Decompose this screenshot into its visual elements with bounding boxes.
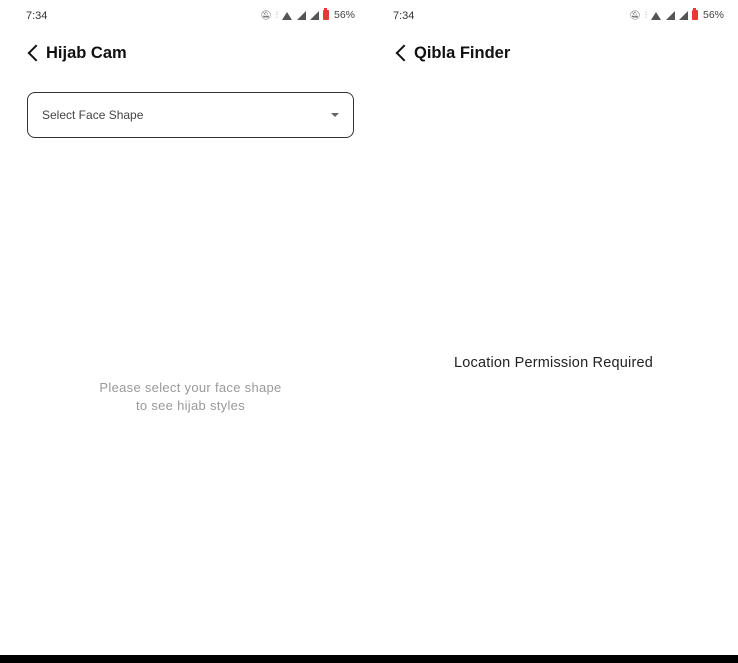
app-bar: Hijab Cam bbox=[26, 40, 349, 66]
status-time: 7:34 bbox=[393, 10, 415, 22]
mute-icon: 🔕︎ bbox=[260, 9, 272, 20]
location-permission-message: Location Permission Required bbox=[453, 355, 654, 371]
wifi-icon bbox=[650, 11, 662, 20]
signal-icon bbox=[309, 10, 319, 20]
empty-state-message: Please select your face shape to see hij… bbox=[0, 379, 369, 415]
status-icons: 🔕︎ ⫶ 56% bbox=[260, 8, 355, 21]
mute-icon: 🔕︎ bbox=[629, 9, 641, 20]
system-nav-bar bbox=[369, 655, 738, 663]
face-shape-select-label: Select Face Shape bbox=[42, 108, 144, 122]
qibla-finder-screen: 7:34 🔕︎ ⫶ 56% Qibla Finder Location Perm… bbox=[369, 0, 738, 663]
battery-icon bbox=[691, 8, 698, 20]
app-bar: Qibla Finder bbox=[394, 40, 718, 66]
chevron-left-icon[interactable] bbox=[26, 43, 40, 63]
page-title: Hijab Cam bbox=[46, 43, 127, 62]
page-title: Qibla Finder bbox=[414, 43, 511, 62]
chevron-down-icon bbox=[331, 113, 339, 117]
empty-state-line-1: Please select your face shape bbox=[99, 380, 282, 395]
battery-percent: 56% bbox=[702, 9, 724, 21]
wifi-icon bbox=[281, 11, 293, 20]
battery-percent: 56% bbox=[333, 9, 355, 21]
battery-icon bbox=[322, 8, 329, 20]
volte-icon: ⫶ bbox=[275, 9, 278, 20]
status-icons: 🔕︎ ⫶ 56% bbox=[629, 8, 724, 21]
system-nav-bar bbox=[0, 655, 369, 663]
chevron-left-icon[interactable] bbox=[394, 43, 408, 63]
status-time: 7:34 bbox=[26, 10, 48, 22]
volte-icon: ⫶ bbox=[644, 9, 647, 20]
signal-icon bbox=[665, 10, 675, 20]
status-bar: 7:34 🔕︎ ⫶ 56% bbox=[369, 8, 738, 26]
empty-state-line-2: to see hijab styles bbox=[135, 398, 246, 413]
signal-icon bbox=[678, 10, 688, 20]
face-shape-select[interactable]: Select Face Shape bbox=[27, 92, 354, 138]
signal-icon bbox=[296, 10, 306, 20]
status-bar: 7:34 🔕︎ ⫶ 56% bbox=[0, 8, 369, 26]
hijab-cam-screen: 7:34 🔕︎ ⫶ 56% Hijab Cam Select Face Shap… bbox=[0, 0, 369, 663]
